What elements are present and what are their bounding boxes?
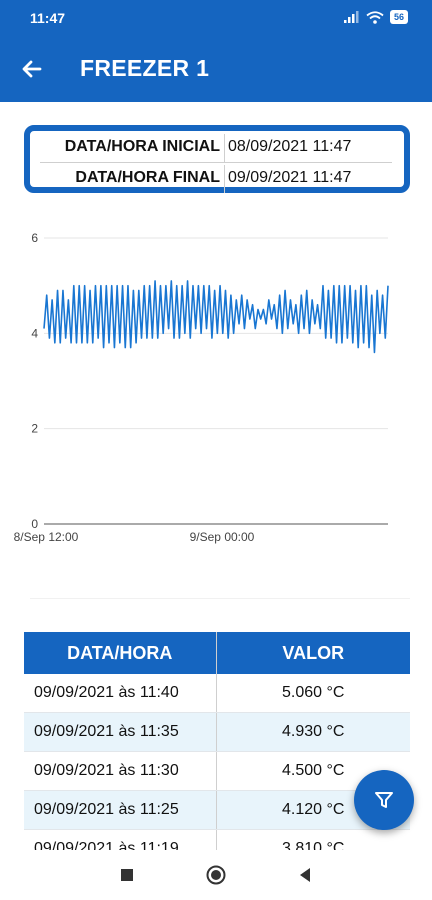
end-datetime-value[interactable]: 09/09/2021 11:47 [228,169,351,187]
system-nav-bar [0,850,432,900]
x-tick-label: 9/Sep 00:00 [190,530,255,544]
y-tick-label: 4 [31,326,38,340]
cell-value: 4.930 °C [215,713,410,751]
circle-icon[interactable] [205,864,227,886]
divider [40,162,392,163]
app-bar: FREEZER 1 [0,36,432,102]
status-icons: 56 [343,10,408,24]
table-row[interactable]: 09/09/2021 às 11:35 4.930 °C [24,713,410,752]
square-icon[interactable] [116,864,138,886]
table-row[interactable]: 09/09/2021 às 11:30 4.500 °C [24,752,410,791]
column-header-value: VALOR [215,632,411,674]
temperature-series-line [43,280,389,354]
arrow-left-icon[interactable] [18,55,46,83]
y-tick-label: 0 [31,517,38,531]
table-header: DATA/HORA VALOR [24,632,410,674]
filter-button[interactable] [354,770,414,830]
y-tick-label: 2 [31,422,38,436]
table-row[interactable]: 09/09/2021 às 11:40 5.060 °C [24,674,410,713]
divider [224,134,225,162]
date-range-card[interactable]: DATA/HORA INICIAL 08/09/2021 11:47 DATA/… [24,125,410,193]
filter-icon [375,792,393,808]
divider [30,598,410,599]
status-time: 11:47 [30,10,66,26]
x-tick-label: 8/Sep 12:00 [14,530,79,544]
start-datetime-value[interactable]: 08/09/2021 11:47 [228,138,351,156]
cell-datetime: 09/09/2021 às 11:30 [34,762,179,779]
cell-datetime: 09/09/2021 às 11:35 [34,723,179,740]
readings-table: DATA/HORA VALOR 09/09/2021 às 11:40 5.06… [24,632,410,869]
table-row[interactable]: 09/09/2021 às 11:25 4.120 °C [24,791,410,830]
end-datetime-label: DATA/HORA FINAL [75,169,220,186]
column-header-datetime: DATA/HORA [67,642,173,663]
status-bar: 11:47 56 [0,0,432,36]
divider [224,165,225,193]
temperature-line-chart: 0 2 4 6 8/Sep 12:00 9/Sep 00:00 [14,231,389,544]
page-title: FREEZER 1 [80,55,210,81]
wifi-icon [366,10,384,24]
cell-value: 5.060 °C [215,674,410,712]
start-datetime-row[interactable]: DATA/HORA INICIAL 08/09/2021 11:47 [40,134,392,162]
end-datetime-row[interactable]: DATA/HORA FINAL 09/09/2021 11:47 [40,165,392,193]
signal-icon [343,11,359,23]
triangle-back-icon[interactable] [294,864,316,886]
cell-datetime: 09/09/2021 às 11:40 [34,684,179,701]
cell-datetime: 09/09/2021 às 11:25 [34,801,179,818]
y-tick-label: 6 [31,231,38,245]
battery-icon: 56 [389,10,408,24]
start-datetime-label: DATA/HORA INICIAL [64,138,220,155]
